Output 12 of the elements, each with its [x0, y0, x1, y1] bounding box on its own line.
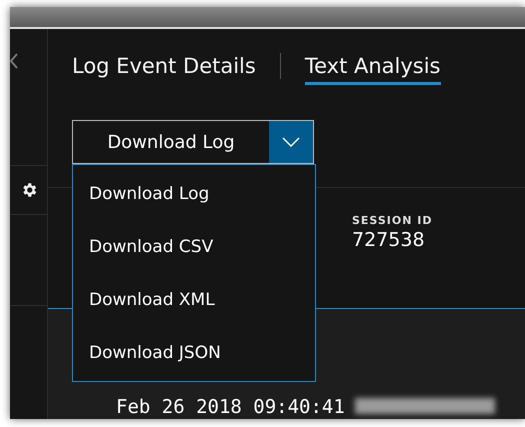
download-dropdown[interactable]: Download Log — [72, 120, 314, 164]
menu-item[interactable]: Download Log — [73, 167, 315, 220]
chevron-down-icon — [282, 137, 300, 147]
chevron-left-icon[interactable] — [10, 53, 18, 69]
menu-item[interactable]: Download CSV — [73, 220, 315, 273]
menu-item[interactable]: Download JSON — [73, 326, 315, 379]
log-timestamp: Feb 26 2018 09:40:41 — [116, 396, 345, 418]
menu-item[interactable]: Download XML — [73, 273, 315, 326]
field-value: 727538 — [352, 229, 426, 251]
tab[interactable]: Text Analysis — [304, 54, 440, 84]
tab[interactable]: Log Event Details — [72, 54, 256, 84]
field-label: SESSION ID — [352, 214, 432, 227]
